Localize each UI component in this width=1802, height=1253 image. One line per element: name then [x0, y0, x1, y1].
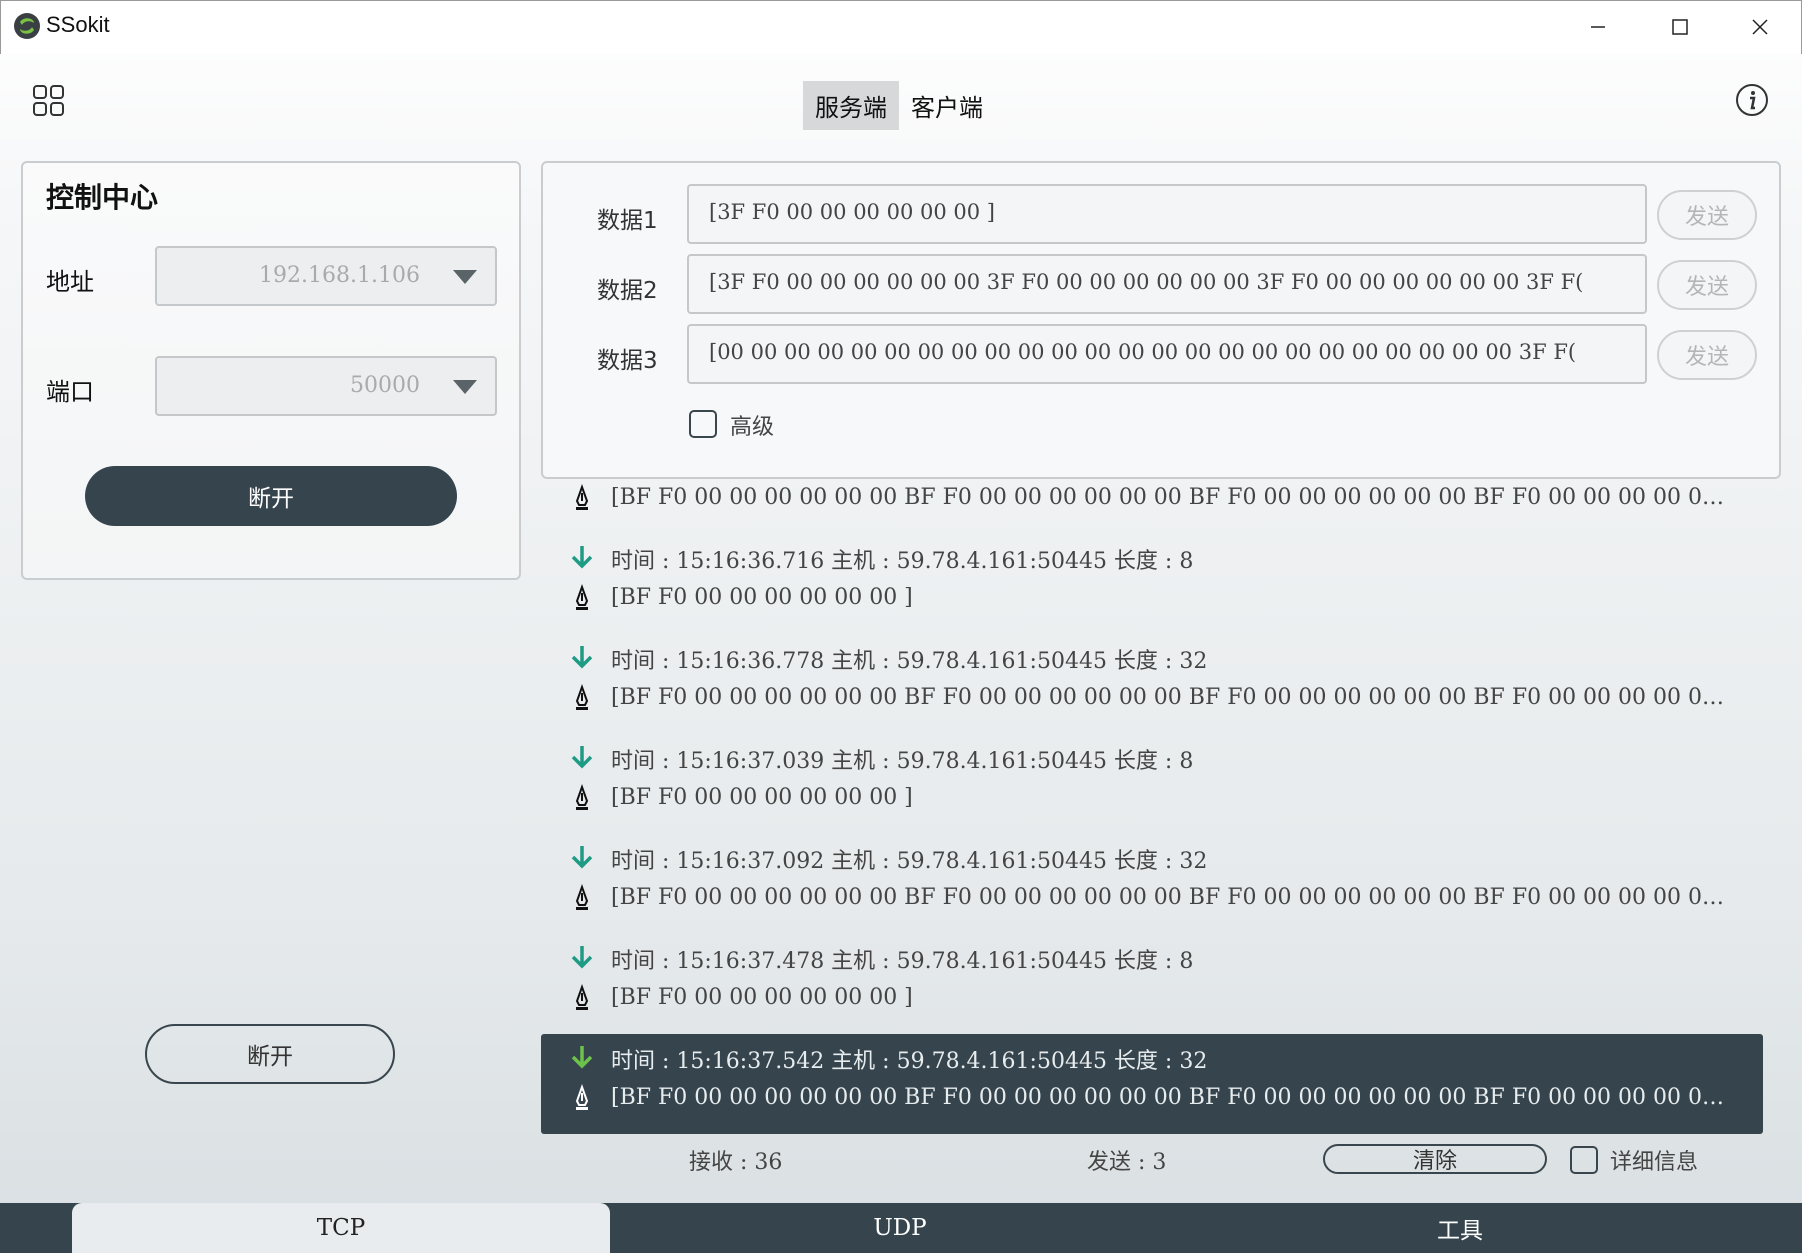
- disconnect-secondary-button[interactable]: 断开: [145, 1024, 395, 1084]
- data-pen-icon: [575, 1084, 589, 1110]
- message-log[interactable]: [BF F0 00 00 00 00 00 00 BF F0 00 00 00 …: [541, 480, 1781, 1135]
- close-button[interactable]: [1720, 0, 1800, 54]
- data3-send-button[interactable]: 发送: [1657, 330, 1757, 380]
- tab-tcp[interactable]: TCP: [72, 1203, 610, 1253]
- log-header-line: 时间 : 15:16:36.716 主机 : 59.78.4.161:50445…: [541, 538, 1781, 578]
- data-pen-icon: [575, 984, 589, 1010]
- data1-label: 数据1: [597, 208, 658, 234]
- data-pen-icon: [575, 784, 589, 810]
- data2-label: 数据2: [597, 278, 658, 304]
- address-value: 192.168.1.106: [259, 263, 420, 288]
- arrow-down-icon: [571, 1046, 593, 1069]
- data-pen-icon: [575, 484, 589, 510]
- minimize-button[interactable]: [1558, 0, 1638, 54]
- receive-count: 接收 : 36: [689, 1150, 783, 1175]
- log-data-line: [BF F0 00 00 00 00 00 00 BF F0 00 00 00 …: [541, 1080, 1781, 1120]
- detail-label: 详细信息: [1610, 1150, 1699, 1175]
- log-data-line: [BF F0 00 00 00 00 00 00 BF F0 00 00 00 …: [541, 480, 1781, 520]
- address-label: 地址: [46, 268, 94, 296]
- log-data-line: [BF F0 00 00 00 00 00 00 ]: [541, 780, 1781, 820]
- port-combo[interactable]: 50000: [155, 356, 497, 416]
- data1-input[interactable]: [3F F0 00 00 00 00 00 00 ]: [687, 184, 1647, 244]
- app-title: SSokit: [46, 12, 110, 37]
- chevron-down-icon: [453, 380, 477, 394]
- data1-send-button[interactable]: 发送: [1657, 190, 1757, 240]
- arrow-down-icon: [571, 946, 593, 969]
- chevron-down-icon: [453, 270, 477, 284]
- grid-menu-icon[interactable]: [32, 84, 66, 118]
- port-label: 端口: [46, 378, 94, 406]
- app-logo-icon: [12, 11, 42, 41]
- log-header-line: 时间 : 15:16:36.778 主机 : 59.78.4.161:50445…: [541, 638, 1781, 678]
- log-data-line: [BF F0 00 00 00 00 00 00 ]: [541, 980, 1781, 1020]
- tab-client[interactable]: 客户端: [899, 81, 995, 130]
- clear-button[interactable]: 清除: [1323, 1144, 1547, 1174]
- info-icon[interactable]: [1735, 83, 1769, 117]
- disconnect-button[interactable]: 断开: [85, 466, 457, 526]
- tab-tools[interactable]: 工具: [1190, 1203, 1730, 1253]
- detail-checkbox[interactable]: [1570, 1146, 1598, 1174]
- data-pen-icon: [575, 884, 589, 910]
- arrow-down-icon: [571, 546, 593, 569]
- maximize-icon: [1672, 19, 1688, 35]
- tab-server[interactable]: 服务端: [803, 81, 899, 130]
- log-header-line: 时间 : 15:16:37.542 主机 : 59.78.4.161:50445…: [541, 1038, 1781, 1078]
- log-data-line: [BF F0 00 00 00 00 00 00 BF F0 00 00 00 …: [541, 680, 1781, 720]
- tab-udp[interactable]: UDP: [610, 1203, 1190, 1253]
- log-data-line: [BF F0 00 00 00 00 00 00 BF F0 00 00 00 …: [541, 880, 1781, 920]
- data3-label: 数据3: [597, 348, 658, 374]
- data3-input[interactable]: [00 00 00 00 00 00 00 00 00 00 00 00 00 …: [687, 324, 1647, 384]
- data2-send-button[interactable]: 发送: [1657, 260, 1757, 310]
- data2-input[interactable]: [3F F0 00 00 00 00 00 00 3F F0 00 00 00 …: [687, 254, 1647, 314]
- log-data-line: [BF F0 00 00 00 00 00 00 ]: [541, 580, 1781, 620]
- advanced-label: 高级: [730, 415, 775, 440]
- log-header-line: 时间 : 15:16:37.478 主机 : 59.78.4.161:50445…: [541, 938, 1781, 978]
- log-header-line: 时间 : 15:16:37.039 主机 : 59.78.4.161:50445…: [541, 738, 1781, 778]
- maximize-button[interactable]: [1640, 0, 1720, 54]
- control-center-title: 控制中心: [46, 181, 159, 214]
- arrow-down-icon: [571, 646, 593, 669]
- minimize-icon: [1591, 26, 1605, 28]
- arrow-down-icon: [571, 846, 593, 869]
- send-count: 发送 : 3: [1087, 1150, 1167, 1175]
- address-combo[interactable]: 192.168.1.106: [155, 246, 497, 306]
- data-pen-icon: [575, 684, 589, 710]
- port-value: 50000: [350, 373, 420, 398]
- advanced-checkbox[interactable]: [689, 410, 717, 438]
- data-pen-icon: [575, 584, 589, 610]
- arrow-down-icon: [571, 746, 593, 769]
- close-icon: [1752, 19, 1768, 35]
- title-bar[interactable]: [0, 0, 1802, 54]
- log-header-line: 时间 : 15:16:37.092 主机 : 59.78.4.161:50445…: [541, 838, 1781, 878]
